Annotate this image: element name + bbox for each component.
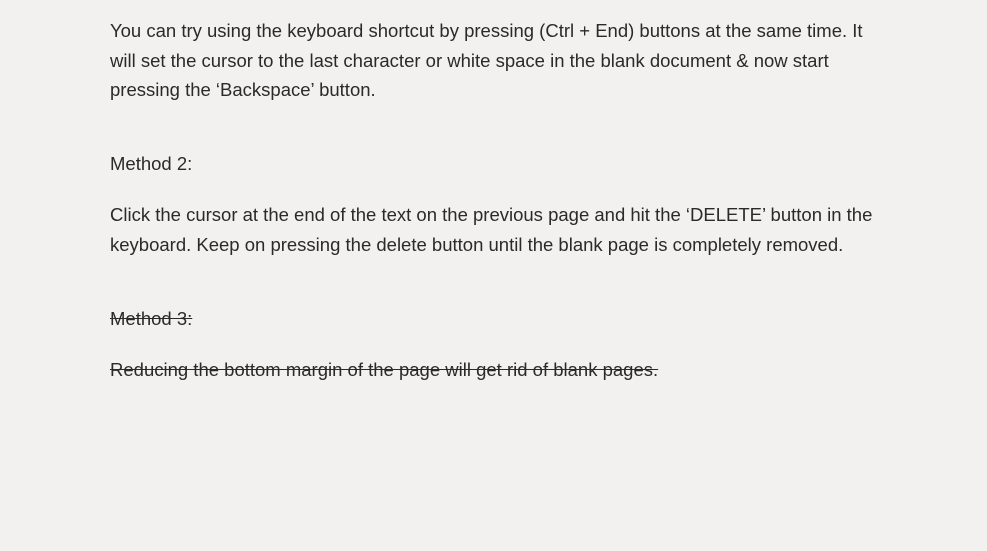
method1-body: You can try using the keyboard shortcut … bbox=[110, 16, 877, 105]
document-content: You can try using the keyboard shortcut … bbox=[0, 0, 987, 449]
method2-heading: Method 2: bbox=[110, 149, 877, 179]
method3-heading: Method 3: bbox=[110, 304, 877, 334]
method2-body: Click the cursor at the end of the text … bbox=[110, 200, 877, 259]
method3-body: Reducing the bottom margin of the page w… bbox=[110, 355, 877, 385]
